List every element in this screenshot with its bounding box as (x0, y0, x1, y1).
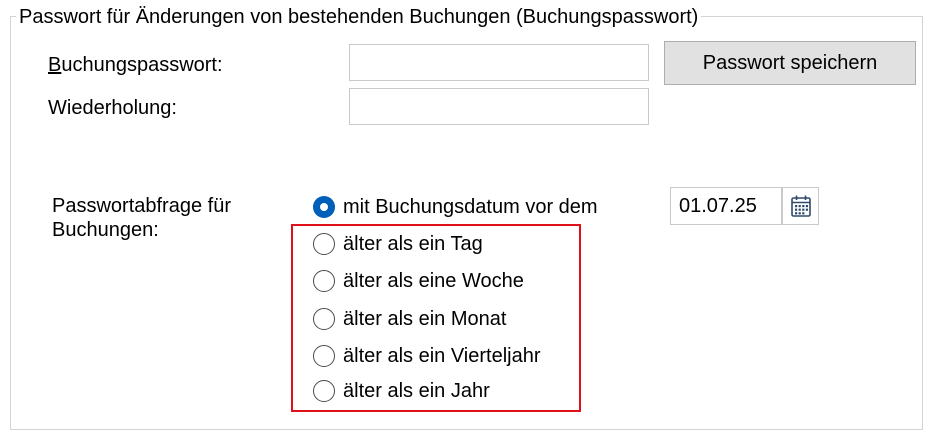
password-label: Buchungspasswort: (48, 53, 223, 77)
repeat-label: Wiederholung: (48, 97, 177, 119)
radio-option-quarter[interactable]: älter als ein Vierteljahr (313, 342, 541, 370)
query-label-line2: Buchungen: (52, 219, 159, 241)
radio-button[interactable] (313, 380, 335, 402)
group-title: Passwort für Änderungen von bestehenden … (16, 5, 702, 29)
radio-button[interactable] (313, 345, 335, 367)
calendar-icon (790, 195, 811, 217)
radio-option-label: älter als ein Monat (343, 308, 507, 330)
radio-button-selected[interactable] (313, 196, 335, 218)
password-label-accesskey: B (48, 54, 62, 76)
radio-option-booking-date[interactable]: mit Buchungsdatum vor dem (313, 193, 598, 221)
repeat-password-input[interactable] (349, 88, 649, 125)
calendar-button[interactable] (782, 187, 819, 225)
radio-option-label: älter als ein Tag (343, 233, 483, 255)
radio-option-month[interactable]: älter als ein Monat (313, 305, 506, 333)
radio-option-label: älter als ein Vierteljahr (343, 345, 541, 367)
password-input[interactable] (349, 44, 649, 81)
save-password-button[interactable]: Passwort speichern (664, 41, 916, 85)
radio-option-label: mit Buchungsdatum vor dem (343, 196, 598, 218)
password-label-text: uchungspasswort: (61, 54, 223, 76)
radio-button[interactable] (313, 308, 335, 330)
radio-option-day[interactable]: älter als ein Tag (313, 230, 483, 258)
radio-option-label: älter als ein Jahr (343, 380, 490, 402)
radio-option-label: älter als eine Woche (343, 270, 524, 292)
radio-button[interactable] (313, 270, 335, 292)
booking-date-input[interactable]: 01.07.25 (670, 187, 782, 225)
radio-option-year[interactable]: älter als ein Jahr (313, 377, 490, 405)
radio-option-week[interactable]: älter als eine Woche (313, 267, 524, 295)
query-label-line1: Passwortabfrage für (52, 195, 231, 217)
radio-button[interactable] (313, 233, 335, 255)
